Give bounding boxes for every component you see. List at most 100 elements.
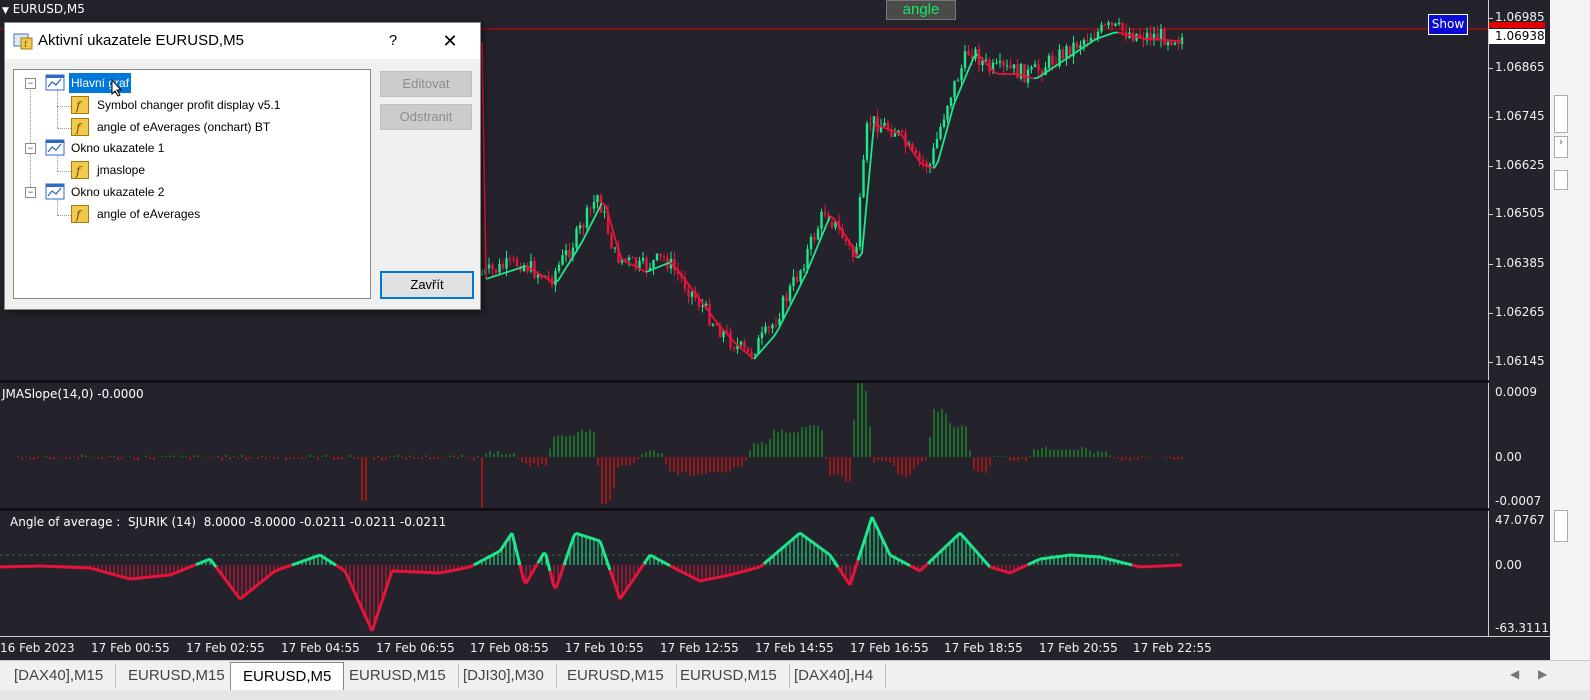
candle [718, 321, 722, 338]
candle [673, 251, 676, 276]
price-label: 1.06505 [1495, 206, 1545, 220]
angle-button[interactable]: angle [886, 0, 956, 20]
remove-button[interactable]: Odstranit [380, 104, 472, 130]
tree-node-indicator-window-1[interactable]: − Okno ukazatele 1 [14, 138, 364, 158]
dialog-titlebar[interactable]: f Aktivní ukazatele EURUSD,M5 ? ✕ [5, 23, 480, 59]
tab-dji30-m30[interactable]: [DJI30],M30 [451, 664, 557, 688]
candle [1124, 23, 1128, 42]
candle [1061, 46, 1065, 62]
time-label: 17 Feb 04:55 [281, 641, 360, 655]
candle [487, 257, 491, 274]
candle [946, 105, 949, 124]
chart-window-icon [45, 139, 65, 156]
edit-button[interactable]: Editovat [380, 71, 472, 97]
tab-eurusd-m15[interactable]: EURUSD,M15 [337, 664, 459, 688]
tree-node-angle-eaverages[interactable]: f angle of eAverages [14, 204, 364, 224]
tab-eurusd-m15[interactable]: EURUSD,M15 [668, 664, 790, 688]
angle-label: Angle of average : SJURIK (14) 8.0000 -8… [10, 515, 447, 529]
tab-dax40-h4[interactable]: [DAX40],H4 [782, 664, 887, 688]
main-price-axis[interactable]: 1.06985 1.06865 1.06745 1.06625 1.06505 … [1488, 0, 1551, 380]
candle [711, 322, 715, 328]
jma-axis-label: 0.0009 [1495, 385, 1537, 399]
time-label: 17 Feb 06:55 [376, 641, 455, 655]
price-label: 1.06265 [1495, 305, 1545, 319]
candle [561, 249, 564, 266]
chevron-icon[interactable]: › [1554, 136, 1568, 158]
candle [610, 231, 613, 249]
candle [641, 251, 645, 265]
candle [862, 154, 865, 198]
scrollbar-thumb[interactable] [1554, 95, 1568, 133]
show-button[interactable]: Show [1428, 14, 1468, 35]
time-label: 17 Feb 02:55 [186, 641, 265, 655]
tab-eurusd-m5[interactable]: EURUSD,M5 [230, 662, 345, 690]
candle [1173, 41, 1177, 46]
tab-dax40-m15[interactable]: [DAX40],M15 [2, 664, 117, 688]
candle [876, 109, 879, 139]
jma-axis-label: -0.0007 [1495, 494, 1542, 508]
candle [1145, 27, 1149, 45]
candle [564, 244, 568, 263]
time-label: 17 Feb 14:55 [755, 641, 834, 655]
tab-eurusd-m15[interactable]: EURUSD,M15 [555, 664, 677, 688]
collapse-icon[interactable]: − [25, 187, 36, 198]
candle [869, 115, 872, 131]
tab-scroll-right-icon[interactable]: ▶ [1538, 667, 1547, 681]
candle [960, 64, 963, 85]
candle [1002, 59, 1005, 74]
time-axis[interactable]: 16 Feb 2023 17 Feb 00:55 17 Feb 02:55 17… [0, 636, 1550, 661]
candle [1005, 59, 1009, 71]
candle [1152, 26, 1156, 46]
candle [1072, 36, 1075, 65]
indicator-icon: f [71, 161, 89, 179]
current-price-label: 1.06938 [1489, 29, 1545, 44]
candle [918, 150, 921, 167]
tab-scroll-left-icon[interactable]: ◀ [1510, 667, 1519, 681]
chart-window-icon [45, 74, 65, 91]
candle [809, 233, 813, 256]
scrollbar-thumb[interactable] [1554, 510, 1568, 542]
tree-label-window: Okno ukazatele 2 [71, 185, 165, 199]
angle-axis[interactable]: 47.0767 0.00 -63.3111 [1488, 511, 1551, 636]
candle [998, 53, 1002, 68]
jma-axis-label: 0.00 [1495, 450, 1522, 464]
scroll-box-icon[interactable] [1554, 170, 1568, 190]
tree-node-symbol-changer[interactable]: f Symbol changer profit display v5.1 [14, 95, 364, 115]
candle [1009, 58, 1012, 70]
indicator-icon: f [71, 96, 89, 114]
candle [977, 43, 981, 73]
candle [501, 259, 505, 271]
candle [582, 222, 585, 236]
indicator-icon: f [71, 205, 89, 223]
tree-node-angle-onchart[interactable]: f angle of eAverages (onchart) BT [14, 117, 364, 137]
angle-indicator-pane[interactable]: Angle of average : SJURIK (14) 8.0000 -8… [0, 511, 1488, 636]
candle [1177, 36, 1180, 51]
candle [533, 257, 536, 280]
collapse-icon[interactable]: − [25, 78, 36, 89]
candle [1110, 21, 1114, 32]
dialog-close-button[interactable]: Zavřít [380, 271, 474, 299]
jma-axis[interactable]: 0.0009 0.00 -0.0007 [1488, 383, 1551, 508]
chart-window-icon [45, 183, 65, 200]
indicator-tree[interactable]: − Hlavní graf f Symbol changer profit di… [13, 69, 371, 299]
candle [732, 346, 736, 353]
time-label: 17 Feb 10:55 [565, 641, 644, 655]
jmaslope-indicator-pane[interactable]: JMASlope(14,0) -0.0000 [0, 320, 1488, 700]
tree-node-indicator-window-2[interactable]: − Okno ukazatele 2 [14, 182, 364, 202]
tree-node-jmaslope[interactable]: f jmaslope [14, 160, 364, 180]
close-button[interactable]: ✕ [433, 28, 467, 54]
candle [802, 263, 806, 274]
candle [1117, 18, 1121, 27]
candle [858, 193, 862, 251]
candle [1114, 22, 1117, 27]
price-label: 1.06385 [1495, 256, 1545, 270]
candle [1163, 26, 1166, 46]
candle [697, 292, 701, 311]
collapse-icon[interactable]: − [25, 143, 36, 154]
tree-node-main-chart[interactable]: − Hlavní graf [14, 73, 364, 93]
help-button[interactable]: ? [377, 28, 409, 54]
candle [1107, 20, 1110, 30]
tab-eurusd-m15[interactable]: EURUSD,M15 [116, 664, 238, 688]
tree-label-window: Okno ukazatele 1 [71, 141, 165, 155]
candle [578, 221, 582, 234]
